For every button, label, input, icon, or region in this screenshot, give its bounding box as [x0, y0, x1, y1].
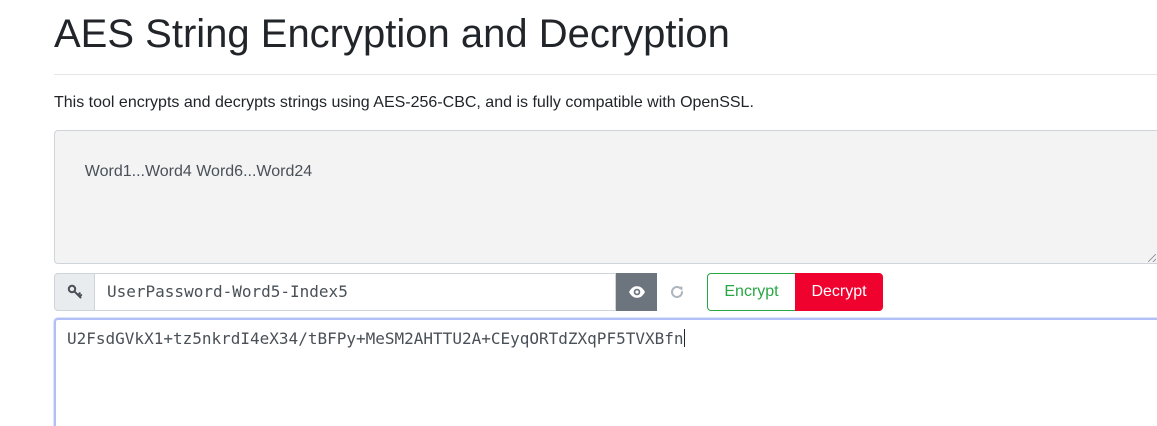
toggle-visibility-button[interactable]: [616, 273, 657, 311]
plaintext-value: Word1...Word4 Word6...Word24: [84, 163, 313, 180]
refresh-icon: [671, 285, 683, 298]
ciphertext-value: U2FsdGVkX1+tz5nkrdI4eX34/tBFPy+MeSM2AHTT…: [67, 329, 684, 348]
key-input-group: UserPassword-Word5-Index5 Encrypt Decryp…: [54, 273, 1157, 311]
key-addon: [54, 273, 95, 311]
key-icon: [67, 284, 82, 299]
ciphertext-textarea[interactable]: U2FsdGVkX1+tz5nkrdI4eX34/tBFPy+MeSM2AHTT…: [54, 318, 1157, 426]
plaintext-textarea[interactable]: Word1...Word4 Word6...Word24: [54, 130, 1157, 264]
refresh-button[interactable]: [657, 273, 697, 311]
decrypt-button[interactable]: Decrypt: [795, 273, 883, 311]
page: AES String Encryption and Decryption Thi…: [0, 0, 1157, 426]
eye-icon: [628, 286, 645, 298]
divider: [54, 74, 1157, 75]
page-title: AES String Encryption and Decryption: [54, 12, 730, 56]
resize-grip-icon[interactable]: [1148, 254, 1156, 262]
text-caret: [683, 329, 685, 347]
page-description: This tool encrypts and decrypts strings …: [54, 94, 754, 111]
encrypt-button[interactable]: Encrypt: [707, 273, 795, 311]
password-input[interactable]: UserPassword-Word5-Index5: [95, 273, 616, 311]
